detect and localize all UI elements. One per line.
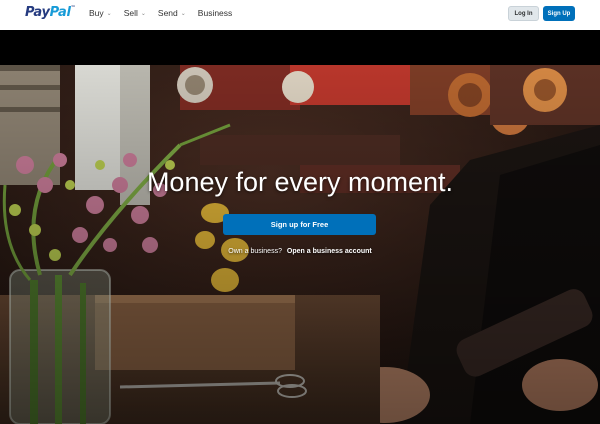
- hero-section: Money for every moment. Sign up for Free…: [0, 65, 600, 424]
- chevron-down-icon: ⌄: [106, 10, 112, 17]
- nav-item-business[interactable]: Business: [198, 8, 233, 18]
- logo-pay-text: Pay: [25, 5, 50, 20]
- black-banner-band: [0, 30, 600, 65]
- main-nav: Buy ⌄ Sell ⌄ Send ⌄ Business: [89, 8, 232, 18]
- signup-button[interactable]: Sign Up: [543, 6, 575, 21]
- chevron-down-icon: ⌄: [140, 10, 146, 17]
- login-button[interactable]: Log In: [508, 6, 539, 21]
- nav-label-buy: Buy: [89, 8, 104, 18]
- chevron-down-icon: ⌄: [180, 10, 186, 17]
- business-line: Own a business? Open a business account: [0, 248, 600, 255]
- hero-headline: Money for every moment.: [146, 167, 454, 197]
- open-business-account-link[interactable]: Open a business account: [287, 248, 372, 255]
- nav-label-send: Send: [157, 8, 178, 18]
- nav-label-business: Business: [197, 8, 233, 18]
- logo-trademark: ™: [70, 5, 76, 11]
- logo-pal-text: Pal: [49, 5, 71, 20]
- business-question: Own a business?: [228, 248, 282, 255]
- paypal-logo[interactable]: PayPal™: [25, 5, 76, 20]
- nav-item-send[interactable]: Send ⌄: [158, 8, 186, 18]
- nav-item-sell[interactable]: Sell ⌄: [124, 8, 146, 18]
- signup-free-button[interactable]: Sign up for Free: [223, 214, 376, 235]
- nav-label-sell: Sell: [123, 8, 138, 18]
- top-header: PayPal™ Buy ⌄ Sell ⌄ Send ⌄ Business Log…: [0, 0, 600, 30]
- nav-item-buy[interactable]: Buy ⌄: [89, 8, 112, 18]
- hero-background-photo: [0, 65, 600, 424]
